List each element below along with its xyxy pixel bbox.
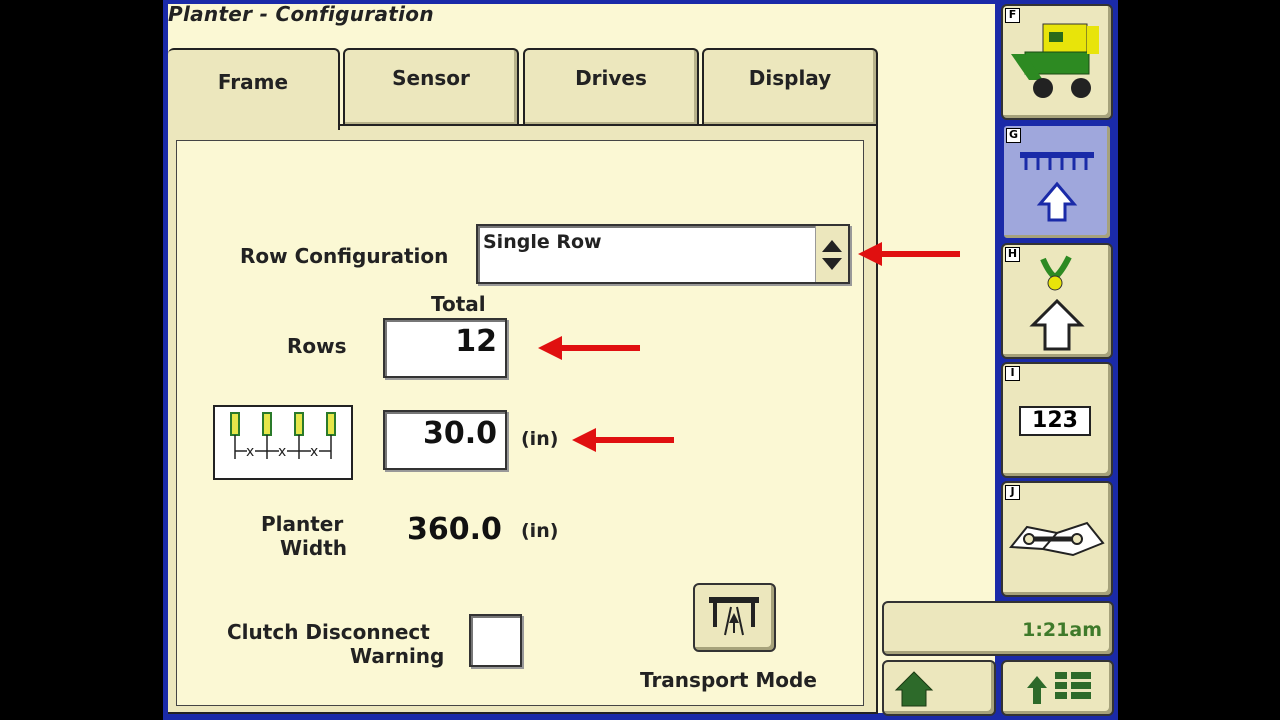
home-icon (894, 671, 934, 707)
svg-text:x: x (310, 444, 318, 460)
rows-label: Rows (287, 334, 347, 358)
softkey-letter: G (1006, 128, 1021, 143)
row-spacing-icon: xxx (213, 405, 353, 480)
tab-label: Drives (575, 66, 647, 90)
sidebar-button-f[interactable]: F (1001, 4, 1113, 120)
tab-label: Display (748, 66, 832, 90)
row-spacing-input[interactable]: 30.0 (383, 410, 507, 470)
tab-sensor[interactable]: Sensor (343, 48, 519, 124)
clutch-label: Clutch Disconnect (227, 620, 430, 644)
counter-text: 123 (1019, 406, 1091, 436)
softkey-letter: F (1005, 8, 1020, 23)
annotation-arrow (858, 242, 960, 266)
annotation-arrow (572, 428, 674, 452)
sidebar-button-j[interactable]: J (1001, 481, 1113, 597)
softkey-letter: I (1005, 366, 1020, 381)
up-arrow-menu-icon (1027, 672, 1091, 704)
home-button[interactable] (882, 660, 996, 716)
row-config-select[interactable]: Single Row (476, 224, 850, 284)
svg-text:x: x (278, 444, 286, 460)
planter-width-unit: (in) (521, 520, 559, 542)
clutch-label-2: Warning (350, 644, 445, 668)
row-config-value: Single Row (483, 231, 602, 253)
planter-width-value: 360.0 (407, 512, 502, 547)
transport-icon (709, 597, 759, 636)
page-title: Planter - Configuration (168, 2, 434, 26)
clutch-warning-checkbox[interactable] (469, 614, 522, 667)
spacing-unit: (in) (521, 428, 559, 450)
tab-label: Frame (217, 70, 289, 94)
up-down-arrows-icon[interactable] (815, 226, 848, 282)
row-config-label: Row Configuration (240, 244, 449, 268)
planter-width-label-2: Width (280, 536, 348, 560)
svg-text:x: x (246, 444, 254, 460)
sidebar-button-h[interactable]: H (1001, 243, 1113, 359)
transport-mode-button[interactable] (693, 583, 776, 652)
clock-display: 1:21am (882, 601, 1114, 656)
transport-label: Transport Mode (640, 668, 817, 692)
rows-value: 12 (455, 324, 497, 359)
rows-input[interactable]: 12 (383, 318, 507, 378)
tab-drives[interactable]: Drives (523, 48, 699, 124)
tab-display[interactable]: Display (702, 48, 878, 124)
softkey-letter: J (1005, 485, 1020, 500)
numeric-123-icon: 123 (1019, 406, 1091, 436)
sidebar-button-g[interactable]: G (1001, 123, 1113, 241)
tab-frame[interactable]: Frame (168, 48, 340, 130)
row-spacing-value: 30.0 (422, 416, 497, 451)
softkey-letter: H (1005, 247, 1020, 262)
planter-width-label: Planter (261, 512, 344, 536)
sidebar-button-i[interactable]: I 123 (1001, 362, 1113, 478)
tab-label: Sensor (392, 66, 470, 90)
total-label: Total (431, 292, 486, 316)
menu-button[interactable] (1001, 660, 1114, 716)
annotation-arrow (538, 336, 640, 360)
clock-time: 1:21am (1022, 619, 1102, 641)
